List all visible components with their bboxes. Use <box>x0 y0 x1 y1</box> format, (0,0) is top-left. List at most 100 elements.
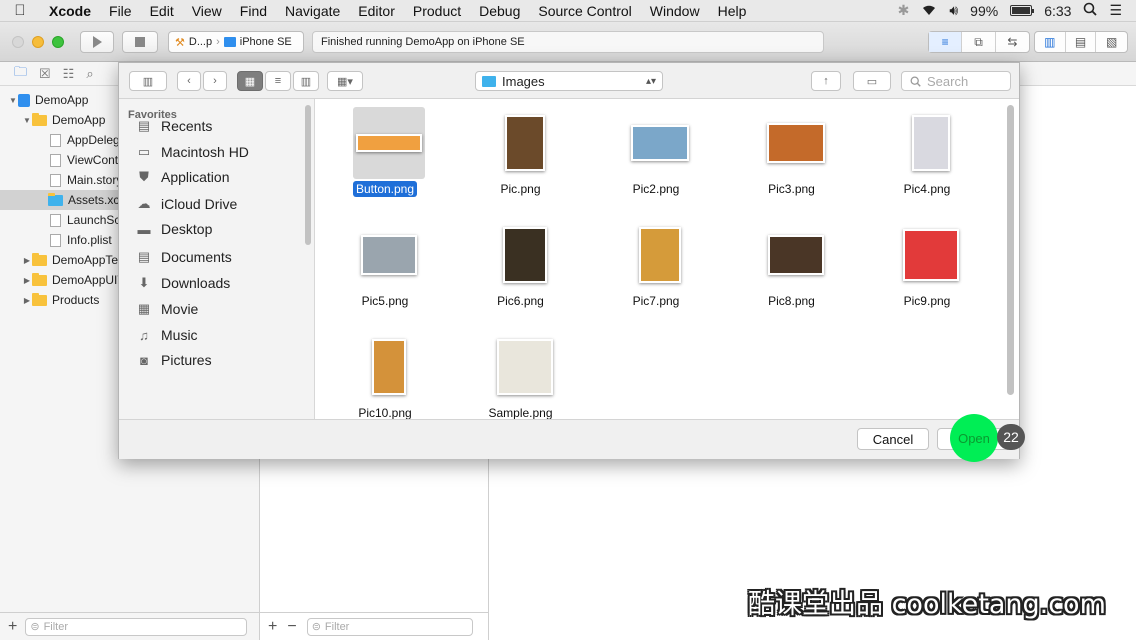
menu-editor[interactable]: Editor <box>349 3 404 19</box>
sidebar-item-application[interactable]: ⛊ Application <box>135 166 229 188</box>
scheme-selector[interactable]: ⚒ D...p › iPhone SE <box>168 31 304 53</box>
file-item[interactable]: Pic6.png <box>453 215 589 321</box>
file-thumbnail <box>766 123 825 163</box>
disclosure-triangle-icon[interactable]: ▶ <box>22 256 32 265</box>
standard-editor-button[interactable]: ≡ <box>929 32 963 52</box>
file-item[interactable]: Pic3.png <box>724 103 860 209</box>
bluetooth-icon[interactable]: ✱ <box>898 2 910 19</box>
sidebar-item-label: iCloud Drive <box>161 196 238 212</box>
open-button[interactable]: Open <box>950 414 998 462</box>
menu-debug[interactable]: Debug <box>470 3 529 19</box>
panel-toggle-segment: ▥ ▤ ▧ <box>1034 31 1128 53</box>
icon-view-button[interactable]: ▦ <box>237 71 263 91</box>
symbol-icon[interactable]: ☷ <box>63 66 75 82</box>
navigator-toggle-button[interactable]: ▥ <box>1035 32 1066 52</box>
navigator-filter-input[interactable]: ⊜ Filter <box>25 617 248 636</box>
menu-edit[interactable]: Edit <box>141 3 183 19</box>
add-asset-button[interactable]: + <box>268 618 277 636</box>
menu-navigate[interactable]: Navigate <box>276 3 349 19</box>
recents-icon: ▤ <box>137 118 151 133</box>
file-item[interactable]: Pic9.png <box>859 215 995 321</box>
location-popup[interactable]: Images ▴▾ <box>475 71 663 91</box>
file-item[interactable]: Pic8.png <box>724 215 860 321</box>
sidebar-item-macintosh-hd[interactable]: ▭ Macintosh HD <box>135 141 249 163</box>
share-button[interactable]: ↑ <box>811 71 841 91</box>
list-view-button[interactable]: ≡ <box>265 71 291 91</box>
file-item[interactable]: Pic5.png <box>317 215 453 321</box>
disclosure-triangle-icon[interactable]: ▶ <box>22 296 32 305</box>
add-icon[interactable]: + <box>8 618 17 636</box>
menu-app[interactable]: Xcode <box>40 3 100 19</box>
sidebar-item-icloud-drive[interactable]: ☁ iCloud Drive <box>135 193 238 215</box>
clock[interactable]: 6:33 <box>1044 3 1071 19</box>
file-item[interactable]: Sample.png <box>453 327 589 433</box>
file-grid-scrollbar[interactable] <box>1007 105 1014 395</box>
menu-view[interactable]: View <box>183 3 231 19</box>
menu-find[interactable]: Find <box>231 3 276 19</box>
utilities-toggle-button[interactable]: ▧ <box>1096 32 1127 52</box>
version-editor-button[interactable]: ⇆ <box>996 32 1029 52</box>
file-thumbnail-frame <box>760 107 832 179</box>
menu-source-control[interactable]: Source Control <box>529 3 640 19</box>
asset-filter-input[interactable]: ⊜ Filter <box>306 617 473 636</box>
menu-product[interactable]: Product <box>404 3 470 19</box>
file-thumbnail-frame <box>489 107 561 179</box>
tree-item-label: DemoApp <box>35 93 89 107</box>
file-item[interactable]: Pic10.png <box>317 327 453 433</box>
dialog-toolbar: ▥ ‹ › ▦ ≡ ▥ ▦▾ Images ▴▾ ↑ ▭ Search <box>119 63 1019 99</box>
close-window-button[interactable] <box>12 36 24 48</box>
file-thumbnail <box>504 115 545 171</box>
sidebar-scrollbar[interactable] <box>305 105 311 245</box>
file-item[interactable]: Pic7.png <box>588 215 724 321</box>
run-button[interactable] <box>80 31 114 53</box>
sidebar-item-movie[interactable]: ▦ Movie <box>135 298 199 320</box>
file-item[interactable]: Button.png <box>317 103 453 209</box>
apple-icon[interactable]:  <box>0 2 40 19</box>
sidebar-item-recents[interactable]: ▤ Recents <box>135 115 213 137</box>
tags-button[interactable]: ▭ <box>853 71 891 91</box>
file-thumbnail-frame <box>489 219 561 291</box>
search-icon[interactable]: ⌕ <box>86 66 93 82</box>
menu-file[interactable]: File <box>100 3 141 19</box>
source-control-icon[interactable]: ☒ <box>39 66 51 82</box>
wifi-icon[interactable] <box>921 3 937 19</box>
asset-filter-placeholder: Filter <box>324 620 350 633</box>
sidebar-item-desktop[interactable]: ▬ Desktop <box>135 218 213 240</box>
file-item[interactable]: Pic4.png <box>859 103 995 209</box>
tree-item-label: DemoAppUIT <box>52 273 125 287</box>
minimize-window-button[interactable] <box>32 36 44 48</box>
search-input[interactable]: Search <box>901 71 1011 91</box>
column-view-button[interactable]: ▥ <box>293 71 319 91</box>
zoom-window-button[interactable] <box>52 36 64 48</box>
file-name: Pic3.png <box>724 182 860 196</box>
sidebar-item-downloads[interactable]: ⬇ Downloads <box>135 272 231 294</box>
device-icon <box>223 37 236 47</box>
sidebar-item-pictures[interactable]: ◙ Pictures <box>135 349 212 371</box>
menu-help[interactable]: Help <box>709 3 756 19</box>
spotlight-icon[interactable] <box>1083 2 1098 19</box>
volume-icon[interactable]: 🔊︎ <box>949 2 958 19</box>
remove-asset-button[interactable]: − <box>287 618 296 636</box>
cancel-button[interactable]: Cancel <box>857 428 929 450</box>
assistant-editor-button[interactable]: ⧉ <box>962 32 996 52</box>
disclosure-triangle-icon[interactable]: ▶ <box>22 276 32 285</box>
back-button[interactable]: ‹ <box>177 71 201 91</box>
file-thumbnail-frame <box>489 331 561 403</box>
file-item[interactable]: Pic2.png <box>588 103 724 209</box>
stop-button[interactable] <box>122 31 158 53</box>
disclosure-triangle-icon[interactable]: ▼ <box>8 96 18 105</box>
forward-button[interactable]: › <box>203 71 227 91</box>
arrange-button[interactable]: ▦▾ <box>327 71 363 91</box>
folder-icon[interactable]: 🗀︎ <box>14 63 27 85</box>
sidebar-item-music[interactable]: ♫ Music <box>135 324 197 346</box>
sidebar-item-documents[interactable]: ▤ Documents <box>135 246 232 268</box>
dialog-button-bar: Cancel <box>119 419 1019 459</box>
file-item[interactable]: Pic.png <box>453 103 589 209</box>
battery-icon[interactable] <box>1010 5 1035 16</box>
notification-center-icon[interactable]: ☰ <box>1109 2 1122 19</box>
disclosure-triangle-icon[interactable]: ▼ <box>22 116 32 125</box>
menu-window[interactable]: Window <box>641 3 709 19</box>
debug-area-toggle-button[interactable]: ▤ <box>1066 32 1097 52</box>
toggle-sidebar-button[interactable]: ▥ <box>129 71 167 91</box>
file-grid: Button.png Pic.png Pic2.png Pic3.png Pic4.pn… <box>315 99 1019 420</box>
